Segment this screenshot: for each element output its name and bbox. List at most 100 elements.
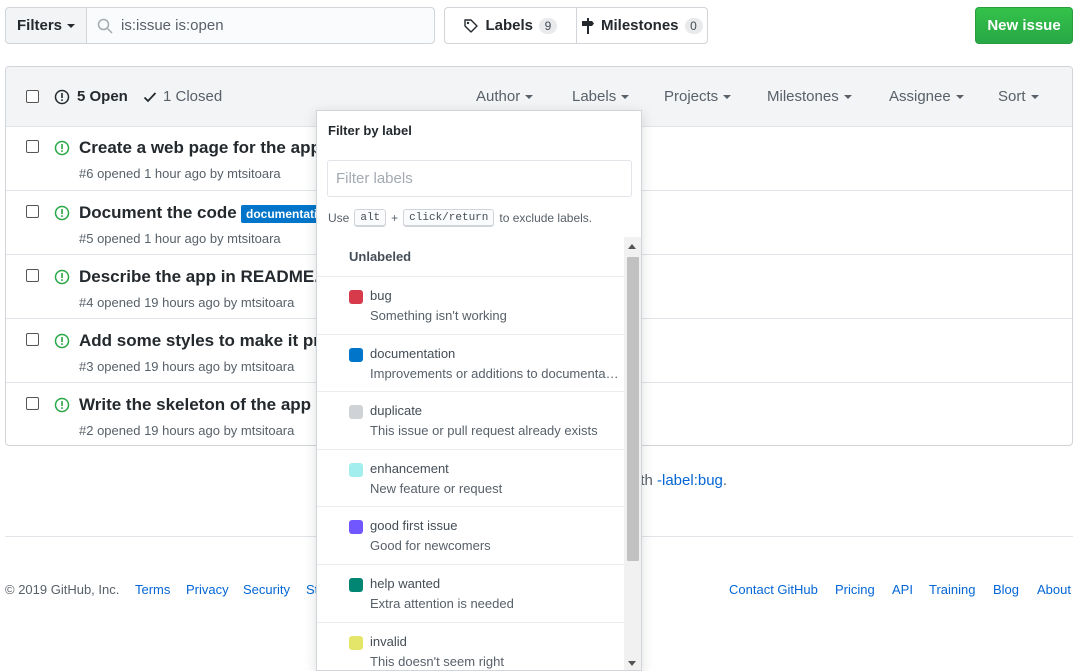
- caret-down-icon: [723, 94, 732, 99]
- label-option-help-wanted[interactable]: help wanted Extra attention is needed: [317, 565, 624, 623]
- label-option-name: documentation: [370, 345, 456, 361]
- footer-copyright: © 2019 GitHub, Inc.: [5, 582, 120, 597]
- issue-title-link[interactable]: Create a web page for the app: [79, 138, 321, 158]
- filters-button-label: Filters: [16, 17, 62, 34]
- alt-key-hint: alt: [354, 209, 387, 227]
- select-all-checkbox[interactable]: [26, 90, 39, 103]
- label-option-description: Something isn't working: [370, 308, 507, 323]
- issue-opened-icon: [54, 333, 70, 349]
- footer-link-terms[interactable]: Terms: [135, 582, 170, 597]
- issue-checkbox[interactable]: [26, 269, 39, 282]
- sort-filter-label: Sort: [998, 88, 1026, 105]
- search-field[interactable]: [86, 7, 435, 44]
- label-color-swatch: [349, 462, 363, 477]
- filters-button[interactable]: Filters: [5, 7, 87, 44]
- labels-tab[interactable]: Labels 9: [445, 8, 576, 43]
- labels-count-badge: 9: [539, 17, 558, 34]
- issue-meta: #3 opened 19 hours ago by mtsitoara: [79, 359, 295, 374]
- footer-link-blog[interactable]: Blog: [993, 582, 1019, 597]
- label-option-name: invalid: [370, 633, 407, 649]
- issue-checkbox[interactable]: [26, 205, 39, 218]
- protip-hint: ith -label:bug.: [637, 472, 727, 489]
- issue-opened-icon: [54, 140, 70, 156]
- open-count-label: 5 Open: [77, 88, 128, 105]
- exclude-labels-note: Use alt + click/return to exclude labels…: [328, 209, 592, 227]
- issue-title-link[interactable]: Write the skeleton of the app: [79, 395, 311, 415]
- click-return-key-hint: click/return: [403, 209, 495, 227]
- issue-meta: #6 opened 1 hour ago by mtsitoara: [79, 166, 281, 181]
- label-option-description: Good for newcomers: [370, 538, 491, 554]
- sort-filter[interactable]: Sort: [998, 88, 1039, 105]
- milestones-filter-label: Milestones: [767, 88, 839, 105]
- label-option-duplicate[interactable]: duplicate This issue or pull request alr…: [317, 392, 624, 450]
- label-color-swatch: [349, 635, 363, 650]
- tag-icon: [464, 18, 479, 33]
- footer-link-about[interactable]: About: [1037, 582, 1071, 597]
- label-color-swatch: [349, 405, 363, 420]
- caret-down-icon: [525, 94, 534, 99]
- issue-title-link[interactable]: Document the code: [79, 203, 237, 223]
- caret-down-icon: [67, 23, 75, 28]
- label-option-good-first-issue[interactable]: good first issue Good for newcomers: [317, 507, 624, 565]
- scroll-thumb[interactable]: [627, 257, 639, 561]
- scroll-up-icon[interactable]: [628, 244, 636, 249]
- label-option-name: duplicate: [370, 403, 423, 419]
- label-option-bug[interactable]: bug Something isn't working: [317, 277, 624, 335]
- filter-labels-input[interactable]: [327, 160, 632, 197]
- closed-issues-toggle[interactable]: 1 Closed: [143, 88, 222, 105]
- note-plus-text: +: [391, 211, 399, 225]
- check-icon: [143, 91, 157, 102]
- label-option-description: This doesn't seem right: [370, 653, 504, 669]
- label-option-invalid[interactable]: invalid This doesn't seem right: [317, 623, 624, 670]
- dropdown-title: Filter by label: [328, 123, 412, 138]
- label-option-name: enhancement: [370, 460, 449, 476]
- search-icon: [97, 18, 113, 34]
- footer-link-contact[interactable]: Contact GitHub: [729, 582, 818, 597]
- footer-link-privacy[interactable]: Privacy: [186, 582, 229, 597]
- projects-filter-label: Projects: [664, 88, 719, 105]
- label-color-swatch: [349, 347, 363, 362]
- issue-checkbox[interactable]: [26, 333, 39, 346]
- labels-filter-label: Labels: [572, 88, 617, 105]
- dropdown-scrollbar[interactable]: [624, 237, 641, 670]
- caret-down-icon: [843, 94, 852, 99]
- issue-meta: #4 opened 19 hours ago by mtsitoara: [79, 295, 295, 310]
- milestones-tab[interactable]: Milestones 0: [575, 8, 708, 43]
- issue-meta: #2 opened 19 hours ago by mtsitoara: [79, 423, 295, 438]
- footer-link-pricing[interactable]: Pricing: [835, 582, 875, 597]
- label-option-description: Extra attention is needed: [370, 595, 514, 611]
- labels-filter[interactable]: Labels: [572, 88, 630, 105]
- caret-down-icon: [621, 94, 630, 99]
- label-option-documentation[interactable]: documentation Improvements or additions …: [317, 335, 624, 393]
- milestones-tab-label: Milestones: [600, 17, 679, 34]
- footer-link-security[interactable]: Security: [243, 582, 290, 597]
- issue-title-link[interactable]: Describe the app in README.md: [79, 267, 344, 287]
- scroll-down-icon[interactable]: [628, 661, 636, 666]
- issue-opened-icon: [54, 205, 70, 221]
- protip-link[interactable]: -label:bug: [657, 472, 723, 489]
- label-option-description: New feature or request: [370, 480, 503, 496]
- closed-count-label: 1 Closed: [163, 88, 223, 105]
- author-filter[interactable]: Author: [476, 88, 534, 105]
- footer-link-training[interactable]: Training: [929, 582, 975, 597]
- milestones-filter[interactable]: Milestones: [767, 88, 852, 105]
- label-options-list: Unlabeled bug Something isn't working do…: [317, 237, 624, 670]
- author-filter-label: Author: [476, 88, 521, 105]
- issue-checkbox[interactable]: [26, 140, 39, 153]
- label-color-swatch: [349, 577, 363, 592]
- issue-checkbox[interactable]: [26, 397, 39, 410]
- caret-down-icon: [1030, 94, 1039, 99]
- label-option-enhancement[interactable]: enhancement New feature or request: [317, 450, 624, 508]
- new-issue-button[interactable]: New issue: [975, 7, 1073, 44]
- label-option-description: Improvements or additions to documentati…: [370, 365, 620, 381]
- projects-filter[interactable]: Projects: [664, 88, 732, 105]
- open-issues-toggle[interactable]: 5 Open: [54, 88, 128, 105]
- unlabeled-option[interactable]: Unlabeled: [317, 237, 624, 277]
- footer-link-api[interactable]: API: [892, 582, 913, 597]
- search-input[interactable]: [121, 17, 421, 34]
- issue-title-link[interactable]: Add some styles to make it pretty: [79, 331, 350, 351]
- assignee-filter-label: Assignee: [889, 88, 951, 105]
- note-use-text: Use: [328, 211, 350, 225]
- protip-suffix: .: [722, 472, 728, 489]
- assignee-filter[interactable]: Assignee: [889, 88, 964, 105]
